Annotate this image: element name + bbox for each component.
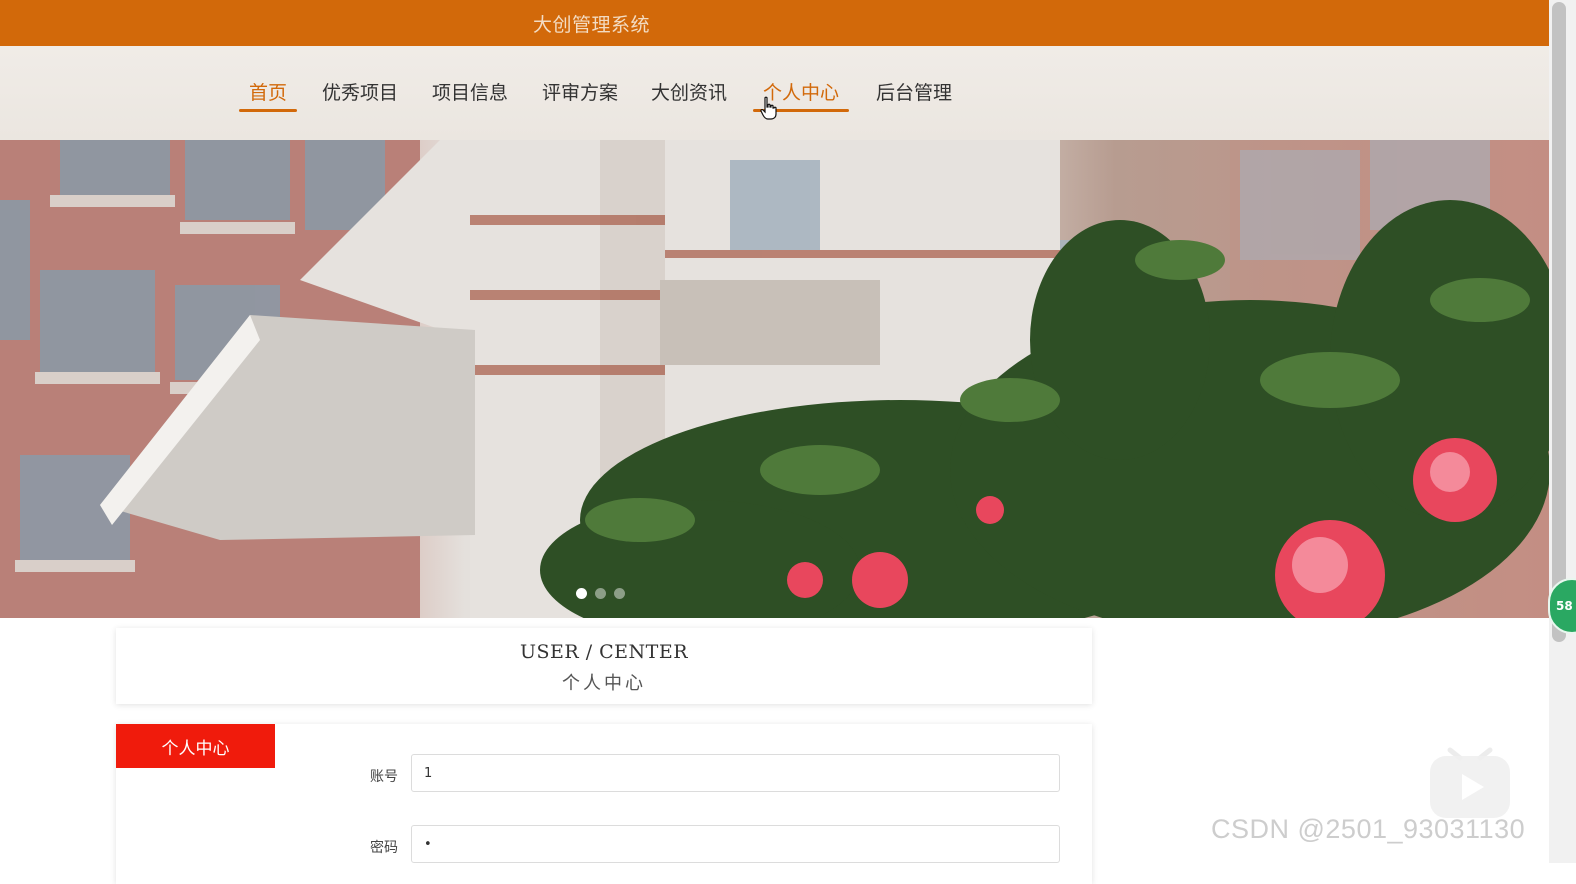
password-label: 密码 bbox=[370, 840, 398, 856]
nav-item-label: 评审方案 bbox=[542, 82, 619, 104]
account-label: 账号 bbox=[370, 769, 398, 785]
section-title-en: USER / CENTER bbox=[519, 641, 689, 663]
page-scrollbar[interactable] bbox=[1549, 0, 1576, 863]
banner-carousel[interactable] bbox=[0, 140, 1549, 618]
floating-badge-text: 58 bbox=[1556, 599, 1573, 613]
hand-cursor-icon bbox=[760, 96, 777, 120]
nav-item-label: 项目信息 bbox=[432, 82, 509, 104]
app-title: 大创管理系统 bbox=[533, 14, 651, 36]
watermark-text: CSDN @2501_93031130 bbox=[1211, 814, 1526, 844]
nav-item-news[interactable]: 大创资讯 bbox=[641, 78, 737, 112]
sidebar-tab-user-center[interactable]: 个人中心 bbox=[116, 724, 275, 768]
nav-item-review-plan[interactable]: 评审方案 bbox=[532, 78, 628, 112]
carousel-dot[interactable] bbox=[576, 588, 587, 599]
nav-item-label: 后台管理 bbox=[876, 82, 953, 104]
nav-active-underline bbox=[239, 109, 298, 112]
carousel-dot[interactable] bbox=[595, 588, 606, 599]
nav-item-label: 优秀项目 bbox=[322, 82, 399, 104]
nav-item-label: 大创资讯 bbox=[651, 82, 728, 104]
account-input[interactable] bbox=[411, 754, 1060, 792]
nav-item-label: 首页 bbox=[249, 82, 288, 104]
carousel-dots bbox=[576, 588, 625, 599]
section-title-zh: 个人中心 bbox=[562, 673, 646, 694]
section-header: USER / CENTER 个人中心 bbox=[116, 628, 1092, 704]
sidebar-tab-label: 个人中心 bbox=[161, 738, 230, 759]
video-play-icon bbox=[1430, 747, 1510, 818]
user-center-panel: 个人中心 账号 密码 bbox=[116, 724, 1092, 884]
nav-item-admin[interactable]: 后台管理 bbox=[866, 78, 962, 112]
banner-image bbox=[0, 140, 1549, 618]
password-input[interactable] bbox=[411, 825, 1060, 863]
main-nav: 首页 优秀项目 项目信息 评审方案 大创资讯 个人中心 后台管理 bbox=[0, 46, 1549, 140]
nav-item-project-info[interactable]: 项目信息 bbox=[422, 78, 518, 112]
top-header: 大创管理系统 bbox=[0, 0, 1549, 46]
nav-item-excellent-projects[interactable]: 优秀项目 bbox=[312, 78, 408, 112]
scrollbar-thumb[interactable] bbox=[1552, 2, 1566, 642]
carousel-dot[interactable] bbox=[614, 588, 625, 599]
nav-item-home[interactable]: 首页 bbox=[239, 78, 298, 112]
